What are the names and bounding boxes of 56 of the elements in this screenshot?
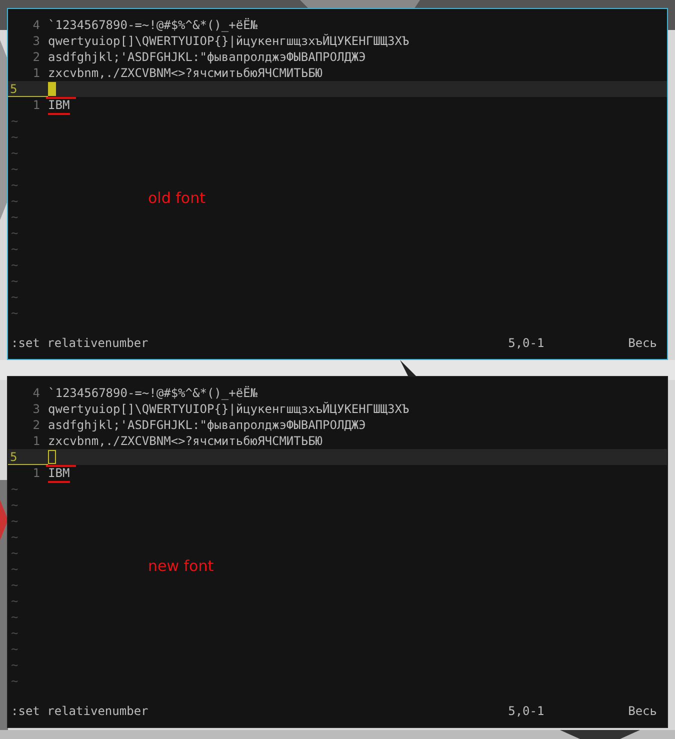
empty-line-marker: ~ (10, 193, 18, 209)
empty-line-marker: ~ (10, 609, 18, 625)
line-number: 1 (32, 65, 41, 81)
code-line: IBM (48, 465, 70, 481)
empty-line-marker: ~ (10, 177, 18, 193)
empty-line-marker: ~ (10, 545, 18, 561)
empty-line-marker: ~ (10, 657, 18, 673)
cursor-position: 5,0-1 (508, 336, 546, 350)
code-line: IBM (48, 97, 70, 113)
line-number: 2 (32, 49, 41, 65)
line-number: 4 (32, 385, 41, 401)
line-number: 3 (32, 401, 41, 417)
line-number: 3 (32, 33, 41, 49)
empty-line-marker: ~ (10, 513, 18, 529)
empty-line-marker: ~ (10, 129, 18, 145)
line-number: 2 (32, 417, 41, 433)
line-number: 1 (32, 433, 41, 449)
empty-line-marker: ~ (10, 145, 18, 161)
empty-line-marker: ~ (10, 241, 18, 257)
empty-line-marker: ~ (10, 641, 18, 657)
line-number: 4 (32, 17, 41, 33)
empty-line-marker: ~ (10, 481, 18, 497)
empty-line-marker: ~ (10, 273, 18, 289)
code-line: asdfghjkl;'ASDFGHJKL:"фывапролджэФЫВАПРОЛДЖЭ (48, 417, 366, 433)
empty-line-marker: ~ (10, 529, 18, 545)
empty-line-marker: ~ (10, 225, 18, 241)
line-number: 1 (32, 97, 41, 113)
code-line: `1234567890-=~!@#$%^&*()_+ёЁ№ (48, 385, 258, 401)
code-line: qwertyuiop[]\QWERTYUIOP{}|йцукенгшщзхъЙЦУКЕНГШЩЗХЪ (48, 33, 410, 49)
cursor-position: 5,0-1 (508, 704, 546, 718)
empty-line-marker: ~ (10, 561, 18, 577)
empty-line-marker: ~ (10, 593, 18, 609)
empty-line-marker: ~ (10, 289, 18, 305)
code-line: `1234567890-=~!@#$%^&*()_+ёЁ№ (48, 17, 258, 33)
empty-line-marker: ~ (10, 577, 18, 593)
empty-line-marker: ~ (10, 161, 18, 177)
editor-window[interactable] (7, 8, 668, 360)
code-line: qwertyuiop[]\QWERTYUIOP{}|йцукенгшщзхъЙЦУКЕНГШЩЗХЪ (48, 401, 410, 417)
scroll-indicator: Весь (628, 704, 657, 718)
line-number: 1 (32, 465, 41, 481)
line-number: 5 (8, 449, 48, 465)
annotation-label: old font (148, 189, 206, 207)
scroll-indicator: Весь (628, 336, 657, 350)
code-line: asdfghjkl;'ASDFGHJKL:"фывапролджэФЫВАПРОЛДЖЭ (48, 49, 366, 65)
empty-line-marker: ~ (10, 497, 18, 513)
command-line: :set relativenumber (11, 336, 150, 350)
command-line: :set relativenumber (11, 704, 150, 718)
empty-line-marker: ~ (10, 209, 18, 225)
empty-line-marker: ~ (10, 673, 18, 689)
empty-line-marker: ~ (10, 257, 18, 273)
empty-line-marker: ~ (10, 113, 18, 129)
empty-line-marker: ~ (10, 625, 18, 641)
code-line: zxcvbnm,./ZXCVBNM<>?ячсмитьбюЯЧСМИТЬБЮ (48, 65, 323, 81)
annotation-label: new font (148, 557, 214, 575)
code-line: zxcvbnm,./ZXCVBNM<>?ячсмитьбюЯЧСМИТЬБЮ (48, 433, 323, 449)
empty-line-marker: ~ (10, 305, 18, 321)
